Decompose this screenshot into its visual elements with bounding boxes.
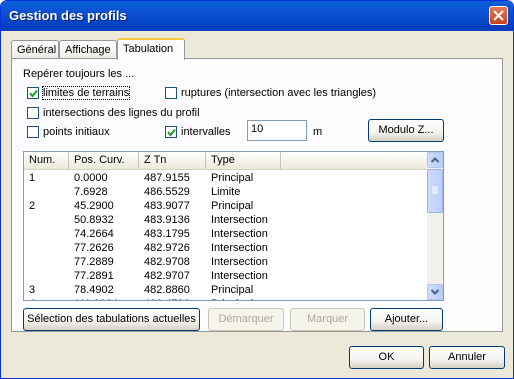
cell-num: 4 [24, 297, 35, 300]
tab-label: Général [17, 44, 57, 56]
intervalles-label[interactable]: intervalles [181, 126, 231, 138]
cell-z-tn: 486.5529 [144, 186, 190, 198]
dialog-window: Gestion des profils Général Affichage Ta… [0, 0, 514, 379]
column-header-z-tn[interactable]: Z Tn [139, 152, 206, 169]
close-button[interactable] [489, 6, 508, 25]
column-header-type[interactable]: Type [206, 152, 281, 169]
points-initiaux-label[interactable]: points initiaux [43, 126, 110, 138]
cell-pos-curv: 50.8932 [74, 214, 114, 226]
ajouter-button[interactable]: Ajouter... [370, 308, 443, 331]
tab-affichage[interactable]: Affichage [59, 40, 117, 59]
cell-num: 1 [29, 172, 36, 184]
cell-num [24, 227, 29, 241]
cell-z-tn: 483.9077 [144, 200, 190, 212]
cell-pos-curv: 77.2626 [74, 242, 114, 254]
cell-pos-curv: 77.2889 [74, 256, 114, 268]
cell-num [24, 255, 29, 269]
intervalles-checkbox[interactable] [165, 126, 177, 138]
cell-z-tn: 482.9707 [144, 270, 190, 282]
cell-z-tn: 480.4590 [139, 297, 190, 300]
cell-type: Principal [211, 172, 254, 184]
table-row[interactable]: 3 78.4902 482.8860 Principal [24, 283, 428, 297]
cancel-button[interactable]: Annuler [429, 346, 505, 369]
modulo-z-button[interactable]: Modulo Z... [368, 119, 444, 142]
cell-type: Principal [206, 297, 253, 300]
cell-type: Intersection [211, 270, 268, 282]
intro-label: Repérer toujours les ... [23, 68, 135, 80]
table-row[interactable]: 50.8932 483.9136 Intersection [24, 213, 428, 227]
ruptures-label[interactable]: ruptures (intersection avec les triangle… [181, 87, 376, 99]
cell-pos-curv: 74.2664 [74, 228, 114, 240]
tabulation-list[interactable]: Num. Pos. Curv. Z Tn Type 1 0.0000 487.915… [23, 151, 444, 301]
close-icon [493, 10, 504, 21]
interval-unit: m [313, 126, 323, 138]
limites-terrains-checkbox[interactable] [27, 87, 39, 99]
cell-num [24, 269, 29, 283]
scroll-up-button[interactable] [427, 152, 443, 168]
tab-general[interactable]: Général [11, 40, 59, 59]
table-row[interactable]: 77.2626 482.9726 Intersection [24, 241, 428, 255]
intersections-label[interactable]: intersections des lignes du profil [43, 107, 200, 119]
intersections-checkbox[interactable] [27, 107, 39, 119]
cell-pos-curv: 77.2891 [74, 270, 114, 282]
cell-num: 2 [29, 200, 36, 212]
ok-button[interactable]: OK [349, 346, 424, 369]
arrow-down-icon [430, 289, 440, 295]
cell-z-tn: 482.8860 [144, 284, 190, 296]
demarquer-button[interactable]: Démarquer [208, 308, 284, 331]
table-row[interactable]: 4 111.9904 480.4590 Principal [24, 297, 428, 300]
limites-terrains-label[interactable]: limites de terrains [41, 86, 131, 100]
scroll-thumb[interactable] [427, 169, 443, 213]
cell-num: 3 [29, 284, 36, 296]
list-header: Num. Pos. Curv. Z Tn Type [24, 152, 428, 170]
arrow-up-icon [430, 157, 440, 163]
table-row[interactable]: 77.2891 482.9707 Intersection [24, 269, 428, 283]
cell-z-tn: 482.9708 [144, 256, 190, 268]
grip-icon [432, 186, 438, 194]
table-row[interactable]: 7.6928 486.5529 Limite [24, 185, 428, 199]
cell-num [24, 213, 29, 227]
vertical-scrollbar[interactable] [427, 152, 443, 300]
cell-num [24, 241, 29, 255]
cell-z-tn: 482.9726 [144, 242, 190, 254]
table-row[interactable]: 74.2664 483.1795 Intersection [24, 227, 428, 241]
tab-tabulation[interactable]: Tabulation [117, 38, 185, 60]
cell-num [24, 185, 29, 199]
column-header-empty [281, 152, 428, 169]
checkmark-icon [29, 89, 38, 98]
title-bar[interactable]: Gestion des profils [1, 1, 513, 31]
tab-label: Tabulation [123, 43, 174, 55]
column-header-num[interactable]: Num. [24, 152, 69, 169]
column-header-pos-curv[interactable]: Pos. Curv. [69, 152, 139, 169]
cell-type: Limite [211, 186, 241, 198]
cell-z-tn: 483.1795 [144, 228, 190, 240]
cell-pos-curv: 111.9904 [69, 297, 118, 300]
table-row[interactable]: 2 45.2900 483.9077 Principal [24, 199, 428, 213]
cell-z-tn: 483.9136 [144, 214, 190, 226]
checkmark-icon [167, 128, 176, 137]
cell-pos-curv: 45.2900 [74, 200, 114, 212]
selection-tabulations-button[interactable]: Sélection des tabulations actuelles [23, 308, 200, 331]
cell-type: Intersection [211, 242, 268, 254]
cell-type: Intersection [211, 256, 268, 268]
ruptures-checkbox[interactable] [165, 87, 177, 99]
cell-pos-curv: 7.6928 [74, 186, 108, 198]
points-initiaux-checkbox[interactable] [27, 126, 39, 138]
cell-z-tn: 487.9155 [144, 172, 190, 184]
tab-label: Affichage [65, 44, 111, 56]
cell-type: Principal [211, 284, 254, 296]
cell-pos-curv: 0.0000 [74, 172, 108, 184]
cell-pos-curv: 78.4902 [74, 284, 114, 296]
cell-type: Intersection [211, 228, 268, 240]
marquer-button[interactable]: Marquer [290, 308, 365, 331]
cell-type: Principal [211, 200, 254, 212]
scroll-down-button[interactable] [427, 284, 443, 300]
table-row[interactable]: 77.2889 482.9708 Intersection [24, 255, 428, 269]
table-row[interactable]: 1 0.0000 487.9155 Principal [24, 171, 428, 185]
cell-type: Intersection [211, 214, 268, 226]
window-title: Gestion des profils [9, 8, 127, 23]
interval-input[interactable]: 10 [247, 120, 307, 141]
